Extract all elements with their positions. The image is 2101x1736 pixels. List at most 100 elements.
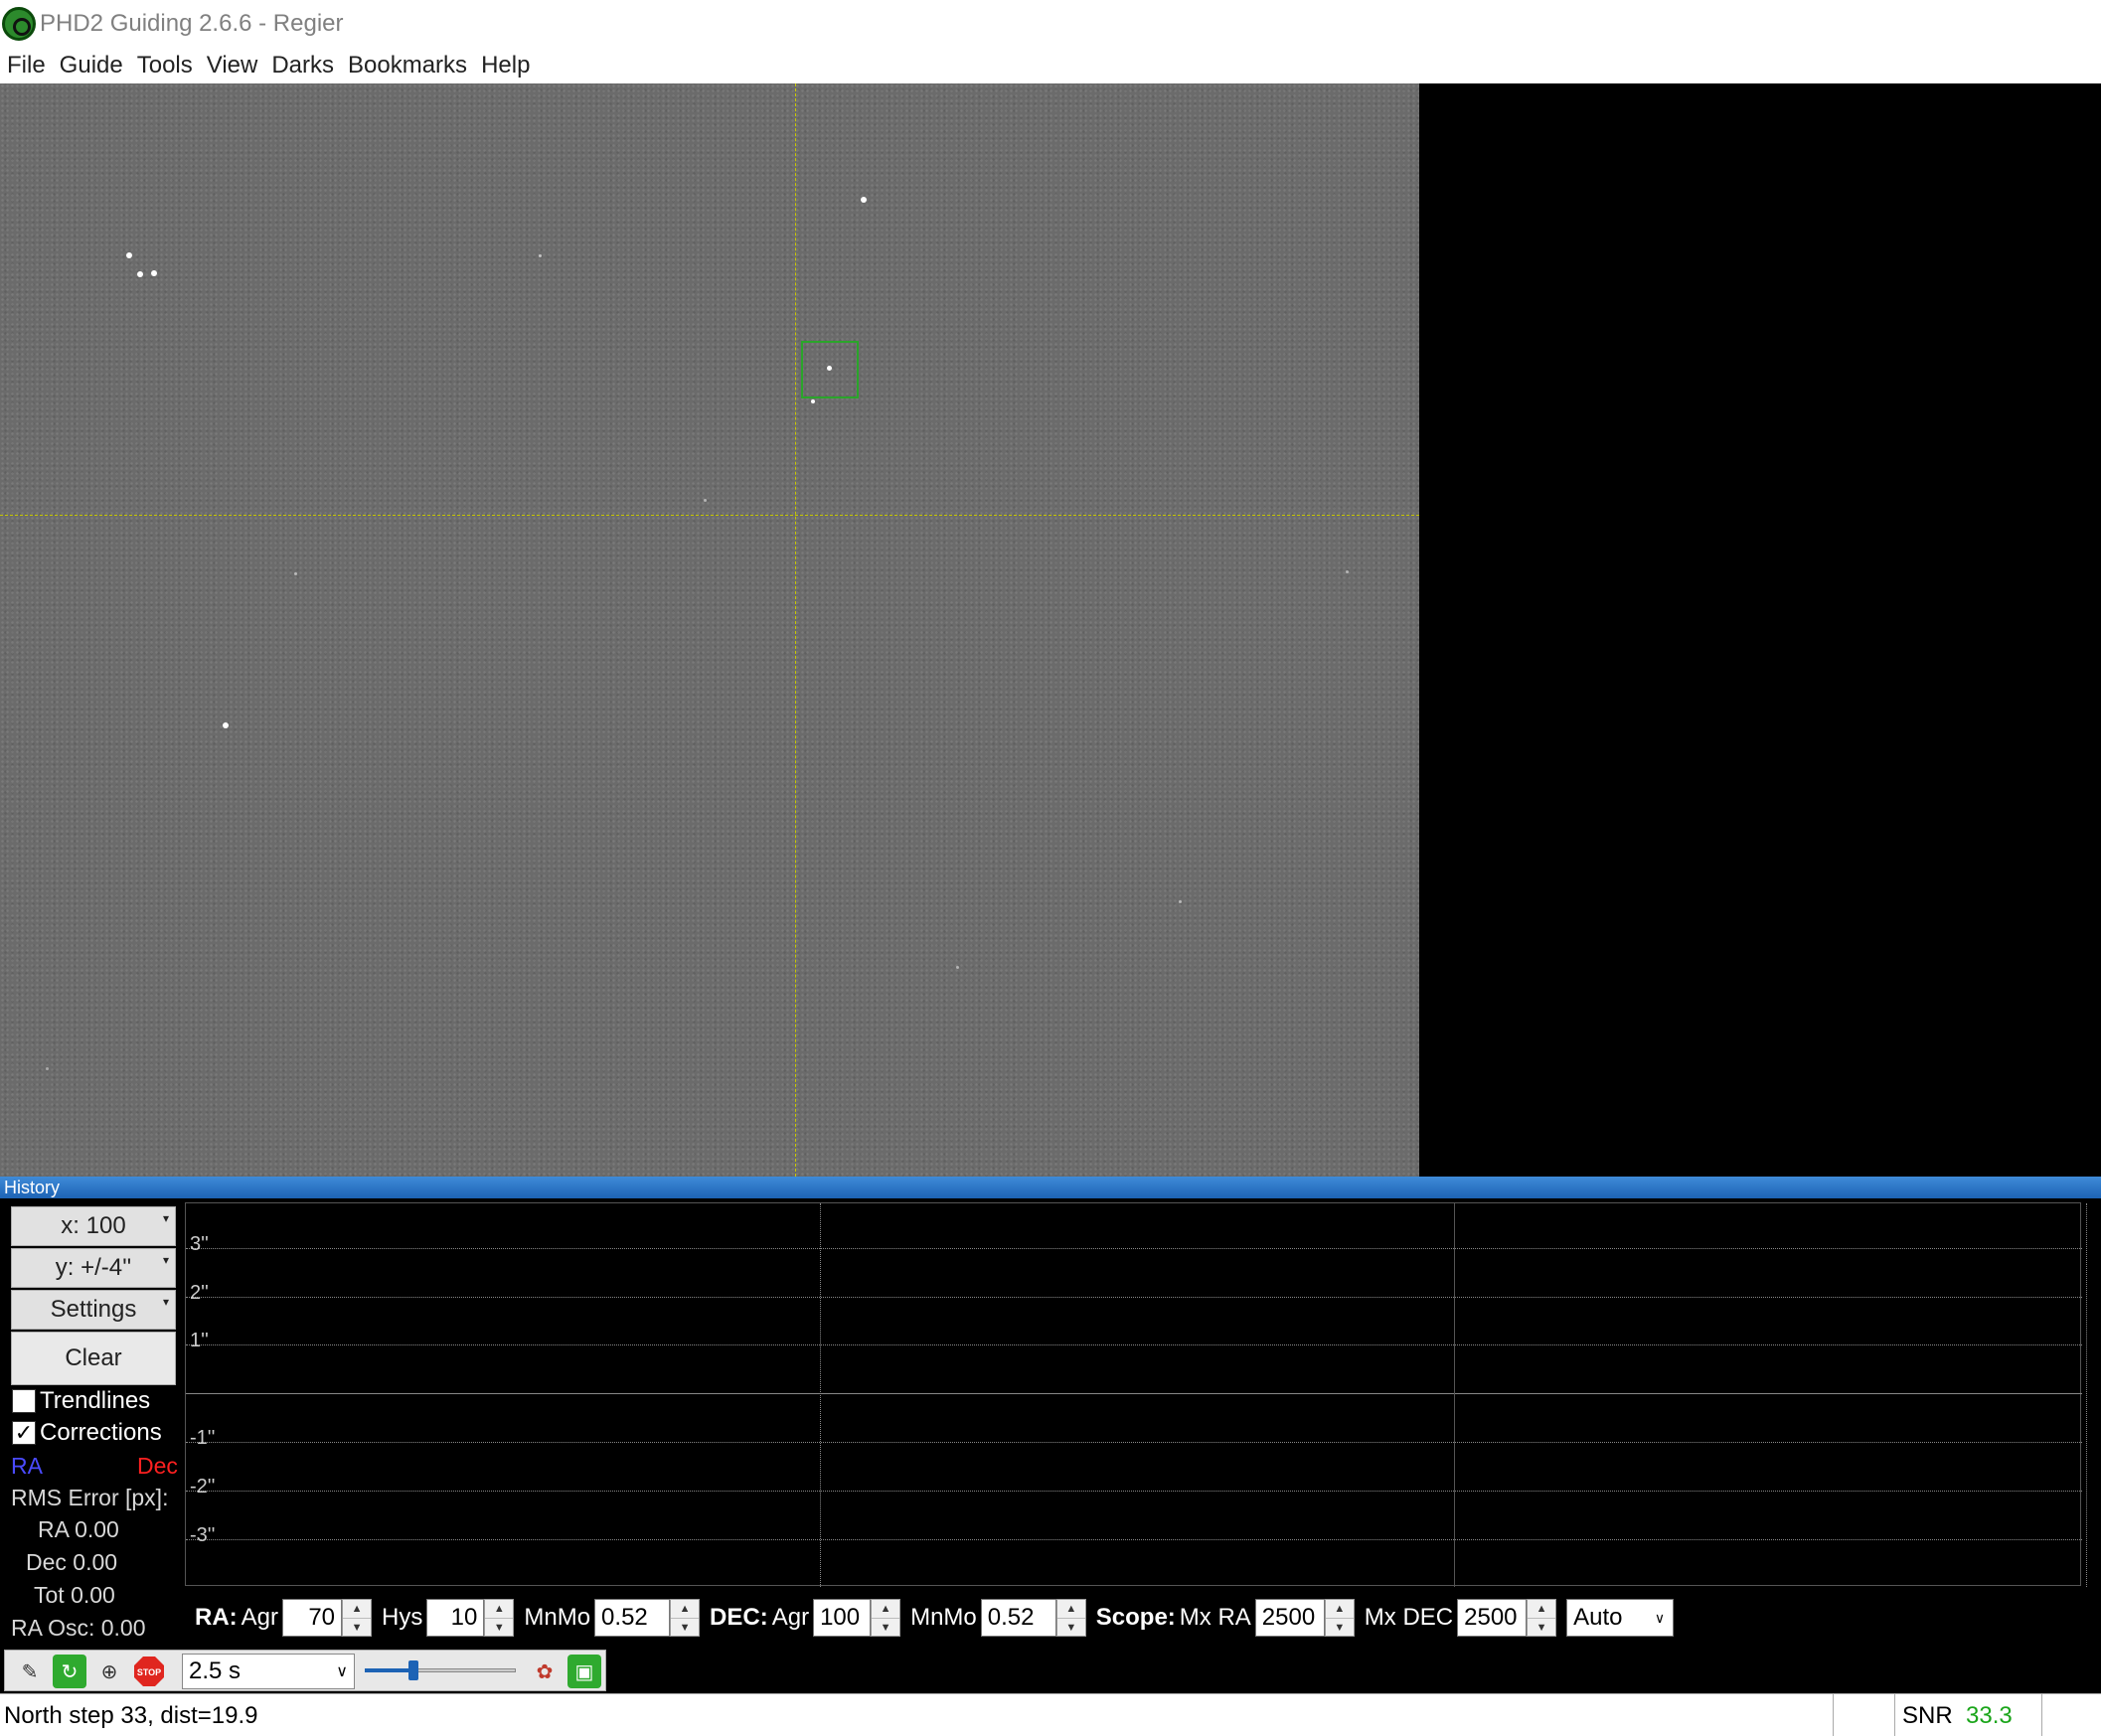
status-divider xyxy=(1894,1694,1895,1736)
trendlines-checkbox[interactable] xyxy=(12,1389,36,1413)
clear-button[interactable]: Clear xyxy=(11,1332,176,1385)
mx-dec-spinner[interactable]: 2500 ▲ ▼ xyxy=(1457,1599,1557,1637)
dec-agr-label: Agr xyxy=(771,1604,810,1631)
exposure-select[interactable]: 2.5 s ∨ xyxy=(182,1654,355,1689)
menu-darks[interactable]: Darks xyxy=(264,52,341,79)
star xyxy=(1179,900,1182,903)
spin-buttons[interactable]: ▲ ▼ xyxy=(1527,1599,1557,1637)
stop-icon[interactable]: STOP xyxy=(132,1655,166,1688)
legend-dec: Dec xyxy=(137,1453,178,1479)
brain-icon[interactable]: ✿ xyxy=(528,1655,562,1688)
ra-mnmo-label: MnMo xyxy=(524,1604,591,1631)
chevron-down-icon: ∨ xyxy=(1654,1609,1666,1626)
hys-input[interactable]: 10 xyxy=(426,1599,485,1637)
gamma-slider[interactable] xyxy=(365,1658,516,1682)
ra-osc-value: RA Osc: 0.00 xyxy=(11,1615,146,1641)
menu-bookmarks[interactable]: Bookmarks xyxy=(341,52,474,79)
guide-history-graph[interactable]: 3'' 2'' 1'' -1'' -2'' -3'' xyxy=(185,1202,2087,1587)
corrections-label: Corrections xyxy=(40,1419,162,1446)
menu-file[interactable]: File xyxy=(0,52,53,79)
exposure-value: 2.5 s xyxy=(189,1657,242,1684)
status-message: North step 33, dist=19.9 xyxy=(4,1702,258,1729)
history-panel: x: 100 ▾ y: +/-4'' ▾ Settings ▾ Clear Tr… xyxy=(0,1198,2101,1646)
mx-ra-label: Mx RA xyxy=(1179,1604,1251,1631)
mx-ra-input[interactable]: 2500 xyxy=(1254,1599,1325,1637)
ra-mnmo-spinner[interactable]: 0.52 ▲ ▼ xyxy=(594,1599,701,1637)
dec-agr-input[interactable]: 100 xyxy=(813,1599,872,1637)
dec-agr-spinner[interactable]: 100 ▲ ▼ xyxy=(813,1599,901,1637)
ra-agr-spinner[interactable]: 70 ▲ ▼ xyxy=(282,1599,373,1637)
chevron-down-icon: ∨ xyxy=(336,1663,348,1680)
gridline xyxy=(186,1491,2082,1492)
dec-mnmo-input[interactable]: 0.52 xyxy=(980,1599,1056,1637)
y-tick-label: 3'' xyxy=(190,1233,209,1255)
mx-ra-spinner[interactable]: 2500 ▲ ▼ xyxy=(1254,1599,1355,1637)
ra-agr-label: Agr xyxy=(241,1604,279,1631)
spin-buttons[interactable]: ▲ ▼ xyxy=(670,1599,701,1637)
camera-viewport[interactable] xyxy=(0,83,2101,1177)
mx-dec-input[interactable]: 2500 xyxy=(1457,1599,1528,1637)
dropdown-arrow-icon: ▾ xyxy=(162,1211,169,1225)
y-tick-label: -2'' xyxy=(190,1476,216,1498)
trendlines-toggle[interactable]: Trendlines xyxy=(12,1387,150,1415)
rms-error-label: RMS Error [px]: xyxy=(11,1485,169,1510)
hys-spinner[interactable]: 10 ▲ ▼ xyxy=(426,1599,515,1637)
camera-icon[interactable]: ▣ xyxy=(567,1655,601,1688)
spin-buttons[interactable]: ▲ ▼ xyxy=(1055,1599,1086,1637)
window-title: PHD2 Guiding 2.6.6 - Regier xyxy=(40,10,344,37)
menu-help[interactable]: Help xyxy=(474,52,537,79)
legend-ra: RA xyxy=(11,1453,43,1479)
star-selection-box xyxy=(801,341,859,398)
star xyxy=(1346,570,1349,573)
gamma-thumb[interactable] xyxy=(407,1660,418,1680)
dropdown-arrow-icon: ▾ xyxy=(162,1253,169,1267)
settings-label: Settings xyxy=(50,1296,137,1323)
dec-title: DEC: xyxy=(710,1604,768,1631)
gridline xyxy=(2086,1203,2087,1587)
snr-value: 33.3 xyxy=(1966,1702,2013,1729)
spin-buttons[interactable]: ▲ ▼ xyxy=(484,1599,515,1637)
y-tick-label: -3'' xyxy=(190,1524,216,1546)
dec-mnmo-spinner[interactable]: 0.52 ▲ ▼ xyxy=(980,1599,1086,1637)
loop-icon[interactable]: ↻ xyxy=(53,1655,86,1688)
star xyxy=(294,572,297,575)
x-scale-button[interactable]: x: 100 ▾ xyxy=(11,1206,176,1246)
spin-buttons[interactable]: ▲ ▼ xyxy=(871,1599,901,1637)
ra-title: RA: xyxy=(195,1604,238,1631)
x-scale-label: x: 100 xyxy=(61,1212,126,1239)
menu-guide[interactable]: Guide xyxy=(53,52,130,79)
ra-mnmo-input[interactable]: 0.52 xyxy=(594,1599,671,1637)
menu-tools[interactable]: Tools xyxy=(130,52,200,79)
star xyxy=(126,252,132,258)
status-bar: North step 33, dist=19.9 SNR 33.3 xyxy=(0,1693,2101,1736)
ra-agr-input[interactable]: 70 xyxy=(282,1599,343,1637)
toolbar-group: ✎ ↻ ⊕ STOP 2.5 s ∨ ✿ ▣ xyxy=(4,1650,606,1691)
gridline xyxy=(186,1442,2082,1443)
pencil-icon[interactable]: ✎ xyxy=(13,1655,47,1688)
star xyxy=(811,399,815,403)
star xyxy=(46,1067,49,1070)
star xyxy=(861,197,867,203)
scope-title: Scope: xyxy=(1095,1604,1176,1631)
corrections-checkbox[interactable]: ✓ xyxy=(12,1421,36,1445)
gridline xyxy=(186,1248,2082,1249)
y-tick-label: 2'' xyxy=(190,1282,209,1304)
phd2-logo-icon xyxy=(2,7,36,41)
status-divider xyxy=(1833,1694,1834,1736)
zero-line xyxy=(186,1393,2082,1394)
settings-button[interactable]: Settings ▾ xyxy=(11,1290,176,1330)
guide-target-icon[interactable]: ⊕ xyxy=(92,1655,126,1688)
y-scale-button[interactable]: y: +/-4'' ▾ xyxy=(11,1248,176,1288)
mx-dec-label: Mx DEC xyxy=(1364,1604,1454,1631)
spin-buttons[interactable]: ▲ ▼ xyxy=(1324,1599,1355,1637)
dec-guide-mode-select[interactable]: Auto ∨ xyxy=(1566,1599,1675,1637)
rms-ra-value: RA 0.00 xyxy=(38,1516,119,1542)
menu-view[interactable]: View xyxy=(200,52,265,79)
dropdown-arrow-icon: ▾ xyxy=(162,1295,169,1309)
y-tick-label: -1'' xyxy=(190,1427,216,1449)
spin-buttons[interactable]: ▲ ▼ xyxy=(342,1599,373,1637)
toolbar: ✎ ↻ ⊕ STOP 2.5 s ∨ ✿ ▣ xyxy=(0,1646,2101,1693)
guide-camera-image[interactable] xyxy=(0,83,1419,1177)
star xyxy=(223,722,229,728)
corrections-toggle[interactable]: ✓ Corrections xyxy=(12,1419,162,1447)
